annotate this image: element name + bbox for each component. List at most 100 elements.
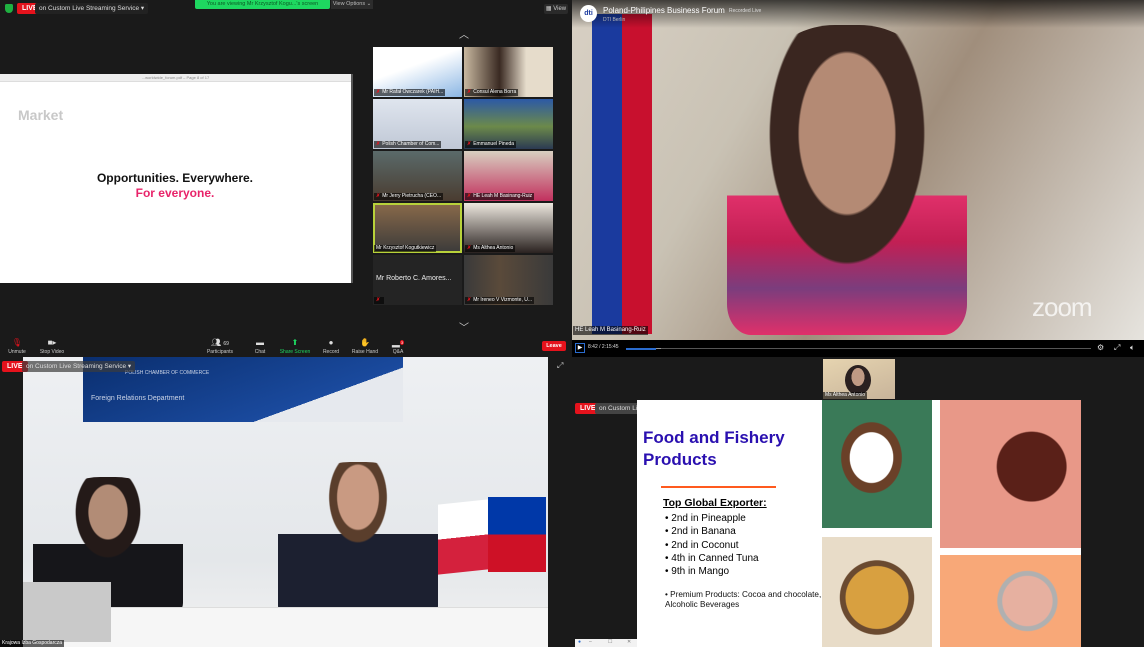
expand-icon[interactable]: ⤢: [557, 361, 563, 371]
desk-flags: [438, 477, 548, 597]
slide-divider: [661, 486, 776, 488]
participant-name: Mr Krzysztof Kogutkiewicz: [376, 245, 435, 251]
muted-mic-icon: ✗: [376, 141, 381, 147]
participant-tile[interactable]: ✗ Ms Althea Antonio: [464, 203, 553, 253]
participant-name: Consul Alena Borra: [473, 89, 517, 95]
muted-mic-icon: ✗: [376, 89, 381, 95]
buffered-bar: [655, 348, 661, 349]
minimize-button[interactable]: –: [589, 639, 592, 645]
channel-name[interactable]: DTI Berlin: [603, 17, 625, 23]
view-label: View: [553, 6, 567, 12]
participant-tile[interactable]: ✗ Emmanuel Pineda: [464, 99, 553, 149]
participants-button[interactable]: 👥︎ 69 Participants: [198, 338, 242, 356]
laptop: [23, 582, 111, 642]
coconut-image: [822, 400, 932, 528]
thumbnail-name: Ms Althea Antonio: [823, 392, 868, 399]
muted-mic-icon: ✗: [467, 245, 472, 251]
leave-button[interactable]: Leave: [542, 341, 566, 351]
channel-logo[interactable]: dti: [580, 5, 597, 22]
view-button[interactable]: ▦ View: [544, 4, 568, 14]
slide-tagline-accent: For everyone.: [135, 186, 215, 200]
fullscreen-icon[interactable]: ⤢: [1114, 343, 1120, 353]
list-item: 2nd in Pineapple: [665, 512, 759, 525]
stream-service-dropdown[interactable]: on Custom Live Streaming Service ▾: [35, 3, 149, 14]
participants-icon: 👥︎ 69: [211, 338, 229, 348]
premium-products-text: • Premium Products: Cocoa and chocolate,…: [665, 590, 822, 609]
raise-hand-label: Raise Hand: [351, 349, 379, 355]
view-options-button[interactable]: View Options ⌄: [331, 0, 373, 9]
participant-tile[interactable]: ✗ Mr Ireneo V Vizmonte, U...: [464, 255, 553, 305]
share-screen-label: Share Screen: [279, 349, 311, 355]
qa-icon: ▬3: [391, 340, 405, 350]
play-button[interactable]: ▶: [575, 343, 585, 353]
stream-header: dti Poland-Philipines Business Forum Rec…: [572, 0, 1144, 28]
stop-video-button[interactable]: ■▸ Stop Video: [30, 338, 74, 356]
qa-badge: 3: [399, 340, 405, 345]
participant-tile[interactable]: ✗ HE Leah M Basinang-Ruiz: [464, 151, 553, 201]
list-item: 2nd in Coconut: [665, 539, 759, 552]
window-controls: ● – ☐ ✕: [575, 639, 637, 647]
slide-stream: Ms Althea Antonio LIVE on Custom Live St…: [572, 357, 1144, 647]
participant-name: Ms Althea Antonio: [473, 245, 514, 251]
viewing-screen-banner: You are viewing Mr Krzysztof Kogu...'s s…: [195, 0, 330, 9]
banner-org-text: POLISH CHAMBER OF COMMERCE: [125, 370, 210, 376]
stream-title[interactable]: Poland-Philipines Business Forum: [603, 6, 725, 15]
participant-name: HE Leah M Basinang-Ruiz: [473, 193, 533, 199]
cocoa-image: [940, 400, 1081, 548]
qa-button[interactable]: ▬3 Q&A: [376, 339, 420, 355]
exporter-rankings-list: 2nd in Pineapple 2nd in Banana 2nd in Co…: [665, 512, 759, 578]
playback-time: 8:42 / 2:15:45: [588, 344, 619, 350]
participant-name: Emmanuel Pineda: [473, 141, 515, 147]
settings-gear-icon[interactable]: ⚙: [1097, 343, 1104, 352]
participant-tile[interactable]: ✗ Mr Rafał Owczarek (PAIH...: [373, 47, 462, 97]
slide-title: Food and Fishery Products: [643, 428, 785, 469]
participant-tile[interactable]: ✗ Polish Chamber of Com...: [373, 99, 462, 149]
caret-down-icon: ▾: [140, 5, 145, 12]
speaker-name-tag: HE Leah M Basinang-Ruiz: [573, 326, 648, 335]
shared-screen: ...worldwide_forum.pdf – Page 8 of 17 Ma…: [0, 74, 353, 283]
gallery-scroll-down-icon[interactable]: ﹀: [456, 319, 472, 334]
slide-tagline: Opportunities. Everywhere.: [96, 171, 254, 185]
muted-mic-icon: ✗: [467, 193, 472, 199]
polish-flag: [438, 499, 488, 575]
gallery-scroll-up-icon[interactable]: ︿: [456, 26, 472, 41]
stream-service-label: on Custom Live Streaming Service: [26, 363, 127, 370]
participants-count: 69: [223, 341, 229, 347]
seek-bar[interactable]: [626, 347, 1091, 350]
participant-name: Mr Jerry Pietrucha (CEO...: [382, 193, 442, 199]
recorded-stream-player: dti Poland-Philipines Business Forum Rec…: [572, 0, 1144, 357]
security-shield-icon[interactable]: [5, 4, 13, 13]
chat-label: Chat: [254, 349, 266, 355]
video-camera-icon: ■▸: [47, 338, 57, 347]
banana-chips-image: [822, 537, 932, 647]
pdf-window-titlebar: ...worldwide_forum.pdf – Page 8 of 17: [0, 74, 351, 82]
muted-mic-icon: ✗: [467, 297, 472, 303]
participant-tile[interactable]: ✗ Consul Alena Borra: [464, 47, 553, 97]
active-speaker-tile[interactable]: Mr Krzysztof Kogutkiewicz: [373, 203, 462, 253]
close-button[interactable]: ✕: [627, 639, 631, 645]
participant-tile[interactable]: Mr Roberto C. Amores... ✗: [373, 255, 462, 305]
record-label: Record: [322, 349, 340, 355]
meeting-toolbar: 🎙︎ Unmute ■▸ Stop Video 👥︎ 69 Participants …: [0, 337, 572, 357]
muted-mic-icon: ✗: [376, 193, 381, 199]
maximize-button[interactable]: ☐: [608, 639, 612, 645]
participant-name-placeholder: Mr Roberto C. Amores...: [376, 275, 452, 282]
philippine-flag: [488, 497, 546, 572]
top-bar: LIVE on Custom Live Streaming Service ▾ …: [0, 0, 572, 16]
room-name-tag: Krajowa Izba Gospodarcza: [0, 640, 65, 647]
progress-bar: [626, 347, 656, 350]
participant-gallery: ✗ Mr Rafał Owczarek (PAIH... ✗ Consul Alen…: [373, 47, 555, 307]
slide-heading: Market: [18, 107, 64, 123]
list-item: 2nd in Banana: [665, 525, 759, 538]
stream-service-dropdown[interactable]: on Custom Live Streaming Service ▾: [22, 361, 136, 372]
volume-icon[interactable]: 🔈︎: [1130, 343, 1135, 353]
zoom-watermark: zoom: [1032, 292, 1093, 322]
participant-name: Mr Ireneo V Vizmonte, U...: [473, 297, 533, 303]
muted-mic-icon: ✗: [376, 297, 381, 303]
speaker-thumbnail[interactable]: Ms Althea Antonio: [823, 359, 895, 399]
premium-products-label: Premium Products: Cocoa and chocolate, A…: [665, 590, 822, 609]
participant-tile[interactable]: ✗ Mr Jerry Pietrucha (CEO...: [373, 151, 462, 201]
canned-tuna-image: [940, 555, 1081, 647]
philippine-flag: [592, 14, 652, 334]
zoom-meeting-window: LIVE on Custom Live Streaming Service ▾ …: [0, 0, 572, 357]
